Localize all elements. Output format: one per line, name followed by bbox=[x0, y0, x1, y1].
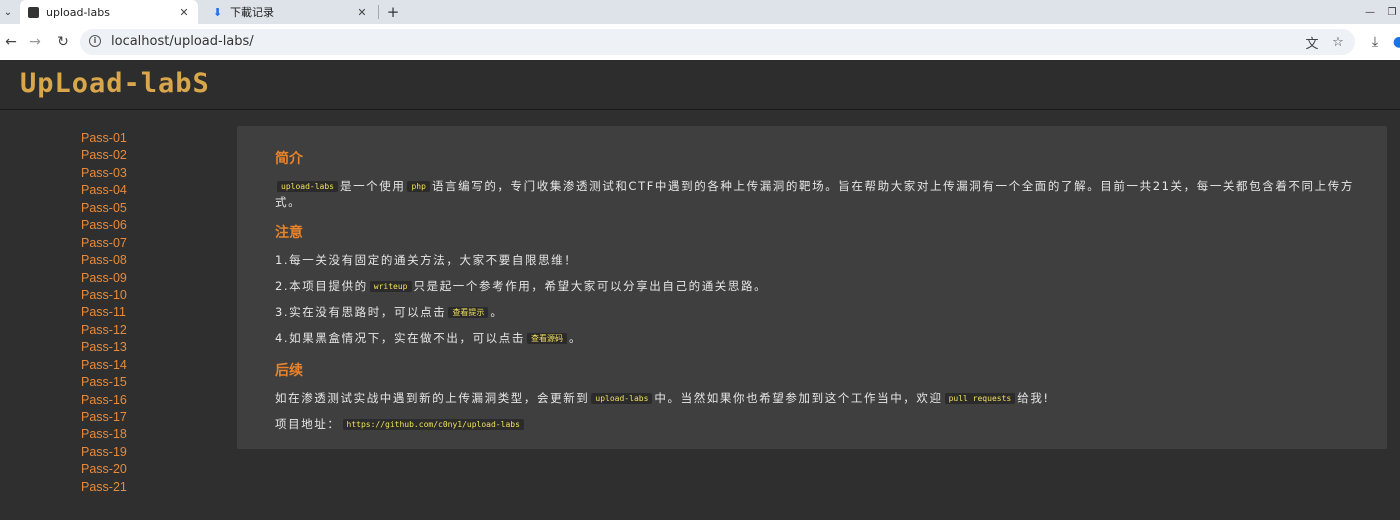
inline-code: writeup bbox=[369, 281, 412, 292]
sidebar-item-pass-18[interactable]: Pass-18 bbox=[81, 426, 221, 443]
sidebar-item-pass-05[interactable]: Pass-05 bbox=[81, 200, 221, 217]
inline-code: pull requests bbox=[944, 393, 1016, 404]
address-label: 项目地址： bbox=[275, 417, 341, 431]
intro-paragraph: upload-labs 是一个使用 php 语言编写的，专门收集渗透测试和CTF中遇到… bbox=[275, 179, 1355, 209]
downloads-icon[interactable]: ⤓ bbox=[1364, 24, 1386, 60]
inline-code: php bbox=[407, 181, 430, 192]
back-button[interactable]: ← bbox=[0, 24, 22, 60]
site-header: UpLoad-labS bbox=[0, 60, 1400, 110]
sidebar-item-pass-10[interactable]: Pass-10 bbox=[81, 287, 221, 304]
note-text: 。 bbox=[490, 305, 504, 319]
tab-divider bbox=[378, 5, 379, 19]
view-source-link[interactable]: 查看源码 bbox=[526, 333, 567, 344]
inline-code: upload-labs bbox=[277, 181, 338, 192]
sidebar-item-pass-03[interactable]: Pass-03 bbox=[81, 165, 221, 182]
tab-upload-labs[interactable]: upload-labs ✕ bbox=[20, 0, 198, 24]
site-logo[interactable]: UpLoad-labS bbox=[20, 68, 210, 100]
followup-text: 如在渗透测试实战中遇到新的上传漏洞类型，会更新到 bbox=[275, 391, 590, 405]
project-address: 项目地址： https://github.com/c0ny1/upload-lab… bbox=[275, 417, 526, 433]
note-text: 4.如果黑盒情况下，实在做不出，可以点击 bbox=[275, 331, 525, 345]
sidebar-item-pass-20[interactable]: Pass-20 bbox=[81, 461, 221, 478]
followup-text: 给我! bbox=[1017, 391, 1050, 405]
sidebar-item-pass-19[interactable]: Pass-19 bbox=[81, 444, 221, 461]
close-tab-icon[interactable]: ✕ bbox=[176, 6, 192, 19]
tab-title: 下載记录 bbox=[230, 6, 274, 19]
project-url[interactable]: https://github.com/c0ny1/upload-labs bbox=[342, 419, 524, 430]
sidebar-item-pass-02[interactable]: Pass-02 bbox=[81, 147, 221, 164]
notes-heading: 注意 bbox=[275, 225, 303, 241]
intro-heading: 简介 bbox=[275, 151, 303, 167]
sidebar-item-pass-06[interactable]: Pass-06 bbox=[81, 217, 221, 234]
sidebar-item-pass-11[interactable]: Pass-11 bbox=[81, 304, 221, 321]
content-panel: 简介 upload-labs 是一个使用 php 语言编写的，专门收集渗透测试和CTF… bbox=[237, 126, 1387, 449]
close-tab-icon[interactable]: ✕ bbox=[354, 6, 370, 19]
tab-title: upload-labs bbox=[46, 5, 110, 19]
note-text: 只是起一个参考作用，希望大家可以分享出自己的通关思路。 bbox=[413, 279, 768, 293]
note-1: 1.每一关没有固定的通关方法，大家不要自限思维！ bbox=[275, 253, 578, 267]
forward-button[interactable]: → bbox=[24, 24, 46, 60]
note-3: 3.实在没有思路时，可以点击 查看提示。 bbox=[275, 305, 503, 321]
site-info-icon[interactable]: i bbox=[89, 35, 101, 47]
sidebar-item-pass-04[interactable]: Pass-04 bbox=[81, 182, 221, 199]
site-favicon-icon bbox=[28, 6, 39, 18]
sidebar-item-pass-13[interactable]: Pass-13 bbox=[81, 339, 221, 356]
inline-code: upload-labs bbox=[591, 393, 653, 404]
sidebar-item-pass-07[interactable]: Pass-07 bbox=[81, 235, 221, 252]
sidebar-item-pass-17[interactable]: Pass-17 bbox=[81, 409, 221, 426]
download-icon: ⬇ bbox=[212, 5, 223, 19]
profile-icon[interactable]: ● bbox=[1388, 24, 1400, 60]
intro-text: 语言编写的，专门收集渗透测试和CTF中遇到的各种上传漏洞的靶场。旨在帮助大家对上… bbox=[275, 179, 1354, 209]
tab-strip: ⌄ upload-labs ✕ ⬇ 下載记录 ✕ + — ❐ bbox=[0, 0, 1400, 24]
sidebar-item-pass-14[interactable]: Pass-14 bbox=[81, 357, 221, 374]
intro-text: 是一个使用 bbox=[339, 179, 406, 193]
sidebar-item-pass-01[interactable]: Pass-01 bbox=[81, 130, 221, 147]
browser-toolbar: ← → ↻ i localhost/upload-labs/ 文 ☆ ⤓ ● bbox=[0, 24, 1400, 61]
new-tab-button[interactable]: + bbox=[384, 0, 402, 24]
address-bar[interactable]: i localhost/upload-labs/ 文 ☆ bbox=[80, 29, 1355, 55]
followup-paragraph: 如在渗透测试实战中遇到新的上传漏洞类型，会更新到 upload-labs 中。当然如… bbox=[275, 391, 1050, 407]
bookmark-star-icon[interactable]: ☆ bbox=[1328, 29, 1348, 55]
view-hint-link[interactable]: 查看提示 bbox=[448, 307, 489, 318]
translate-icon[interactable]: 文 bbox=[1302, 29, 1322, 55]
note-text: 2.本项目提供的 bbox=[275, 279, 368, 293]
sidebar-item-pass-12[interactable]: Pass-12 bbox=[81, 322, 221, 339]
note-text: 3.实在没有思路时，可以点击 bbox=[275, 305, 447, 319]
tab-search-icon[interactable]: ⌄ bbox=[0, 0, 16, 24]
sidebar-item-pass-15[interactable]: Pass-15 bbox=[81, 374, 221, 391]
followup-text: 中。当然如果你也希望参加到这个工作当中，欢迎 bbox=[654, 391, 943, 405]
restore-window-icon[interactable]: ❐ bbox=[1384, 0, 1400, 24]
note-4: 4.如果黑盒情况下，实在做不出，可以点击 查看源码。 bbox=[275, 331, 582, 347]
note-text: 。 bbox=[568, 331, 583, 345]
sidebar-item-pass-08[interactable]: Pass-08 bbox=[81, 252, 221, 269]
tab-downloads[interactable]: ⬇ 下載记录 ✕ bbox=[204, 0, 376, 24]
followup-heading: 后续 bbox=[275, 363, 303, 379]
sidebar-item-pass-16[interactable]: Pass-16 bbox=[81, 392, 221, 409]
sidebar-item-pass-21[interactable]: Pass-21 bbox=[81, 479, 221, 496]
minimize-icon[interactable]: — bbox=[1362, 0, 1378, 24]
note-2: 2.本项目提供的 writeup 只是起一个参考作用，希望大家可以分享出自己的通关思… bbox=[275, 279, 767, 295]
reload-button[interactable]: ↻ bbox=[52, 24, 74, 60]
address-url[interactable]: localhost/upload-labs/ bbox=[111, 29, 254, 55]
sidebar-item-pass-09[interactable]: Pass-09 bbox=[81, 270, 221, 287]
pass-sidebar: Pass-01 Pass-02 Pass-03 Pass-04 Pass-05 … bbox=[81, 130, 221, 496]
